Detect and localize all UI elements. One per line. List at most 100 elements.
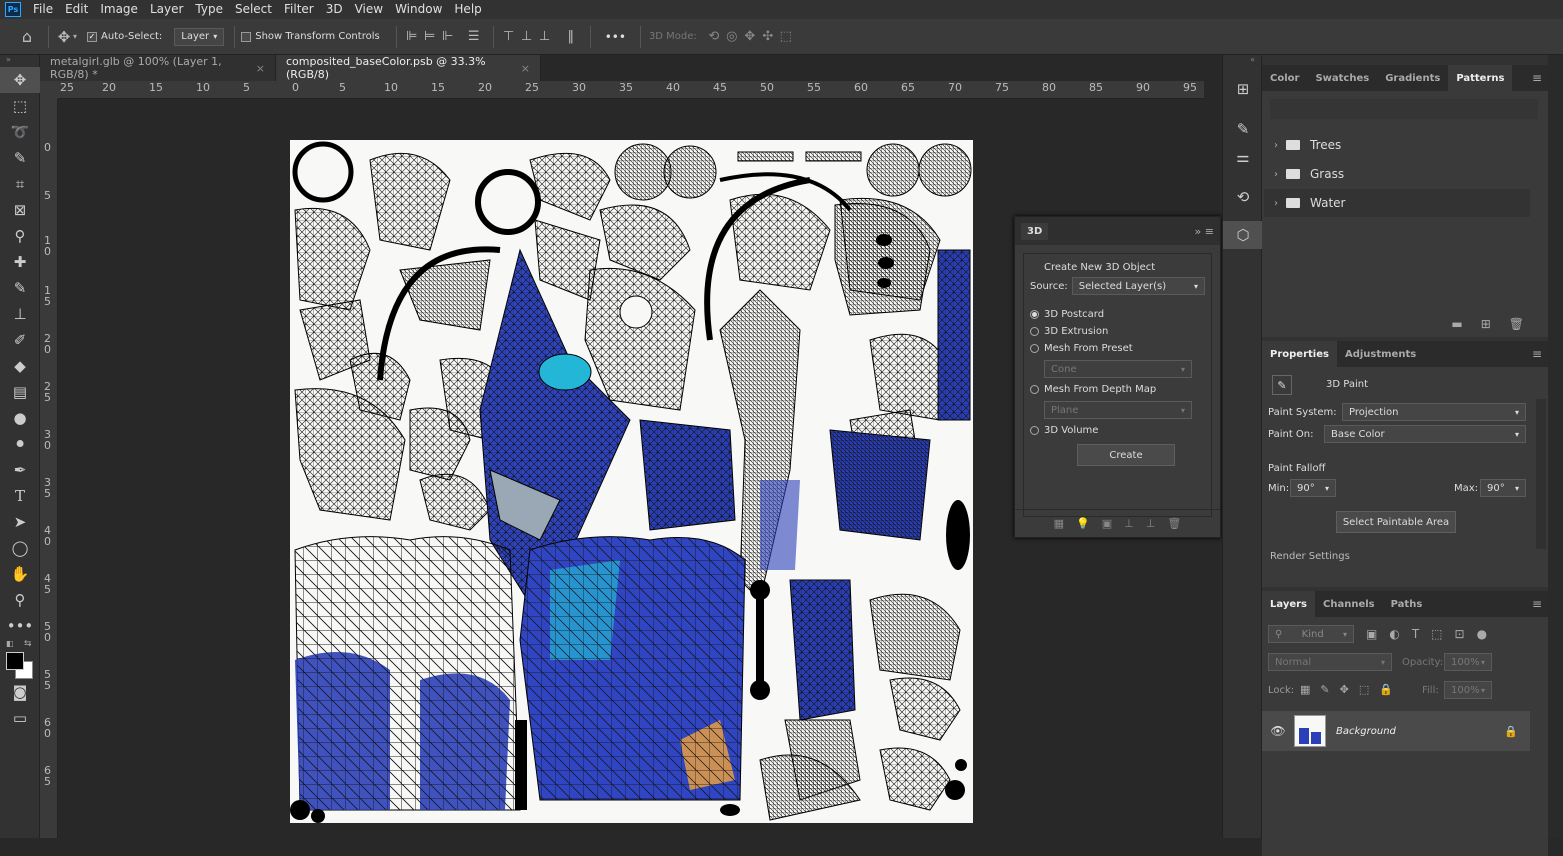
depth-map-dropdown[interactable]: Plane ▾ [1044,401,1192,419]
panel-menu-icon[interactable]: ≡ [1532,347,1542,361]
opacity-input[interactable]: 100% ▾ [1444,653,1492,671]
tab-gradients[interactable]: Gradients [1377,65,1448,91]
ruler-origin[interactable] [40,81,58,99]
new-pattern-icon[interactable]: ⊞ [1481,317,1491,331]
trash-icon[interactable]: 🗑 [1167,517,1181,530]
select-paintable-area-button[interactable]: Select Paintable Area [1336,511,1456,533]
radio-icon[interactable] [1030,385,1039,394]
filter-scene-icon[interactable]: ▦ [1054,517,1064,530]
source-dropdown[interactable]: Selected Layer(s) ▾ [1071,277,1205,295]
option-mesh-from-preset[interactable]: Mesh From Preset [1030,343,1205,354]
panel-menu-icon[interactable]: » ≡ [1195,225,1214,238]
frame-tool-icon[interactable]: ⊠ [0,197,40,223]
filter-toggle-icon[interactable]: ● [1477,627,1487,641]
default-colors-icon[interactable]: ◧ [6,639,14,648]
option-3d-extrusion[interactable]: 3D Extrusion [1030,326,1205,337]
home-icon[interactable]: ⌂ [18,27,36,46]
foreground-color-swatch[interactable] [6,652,24,670]
menu-layer[interactable]: Layer [146,0,191,19]
menu-select[interactable]: Select [231,0,280,19]
quick-mask-icon[interactable]: ◙ [0,679,40,705]
close-icon[interactable]: × [256,62,265,75]
align-right-icon[interactable]: ⊩ [439,28,457,46]
tab-color[interactable]: Color [1262,65,1307,91]
type-filter-icon[interactable]: T [1412,627,1419,641]
chevron-right-icon[interactable]: › [1274,198,1278,209]
camera-icon[interactable]: ▣ [1102,517,1112,530]
3d-panel-header[interactable]: 3D » ≡ [1015,217,1220,245]
layer-kind-filter[interactable]: ⚲ Kind ▾ [1268,625,1354,643]
lock-all-icon[interactable]: 🔒 [1379,683,1393,696]
tab-composited-basecolor[interactable]: composited_baseColor.psb @ 33.3% (RGB/8)… [276,55,541,81]
lasso-tool-icon[interactable]: ➰ [0,119,40,145]
distribute-icon[interactable]: ☰ [465,28,483,46]
swap-colors-icon[interactable]: ⇆ [24,639,32,649]
quick-select-tool-icon[interactable]: ✎ [0,145,40,171]
tab-adjustments[interactable]: Adjustments [1337,341,1424,367]
align-center-icon[interactable]: ⊨ [421,28,439,46]
max-falloff-input[interactable]: 90° ▾ [1480,479,1526,497]
3d-scale-icon[interactable]: ⬚ [777,28,795,46]
radio-icon[interactable] [1030,327,1039,336]
adjustment-filter-icon[interactable]: ◐ [1389,627,1399,641]
menu-view[interactable]: View [351,0,391,19]
move-tool-icon[interactable]: ✥ [0,67,40,93]
panel-menu-icon[interactable]: ≡ [1532,597,1542,611]
tab-swatches[interactable]: Swatches [1307,65,1377,91]
show-transform-checkbox[interactable]: Show Transform Controls [241,31,380,42]
menu-image[interactable]: Image [96,0,146,19]
distribute-vertical-icon[interactable]: ‖ [562,28,580,46]
3d-orbit-icon[interactable]: ⟲ [705,28,723,46]
lock-position-icon[interactable]: ✥ [1340,683,1349,696]
auto-select-checkbox[interactable]: ✓ Auto-Select: [87,31,162,42]
eyedropper-tool-icon[interactable]: ⚲ [0,223,40,249]
uv-texture-canvas[interactable] [290,140,973,823]
paint-on-dropdown[interactable]: Base Color ▾ [1324,425,1526,443]
render-icon[interactable]: ⊥ [1146,517,1156,530]
tab-metalgirl[interactable]: metalgirl.glb @ 100% (Layer 1, RGB/8) * × [40,55,276,81]
3d-slide-icon[interactable]: ✣ [759,28,777,46]
brush-tool-icon[interactable]: ✎ [0,275,40,301]
folder-water[interactable]: › Water [1264,189,1530,217]
gradient-tool-icon[interactable]: ▤ [0,379,40,405]
shape-filter-icon[interactable]: ⬚ [1431,627,1442,641]
align-top-icon[interactable]: ⊤ [500,28,518,46]
tab-layers[interactable]: Layers [1262,591,1315,617]
eye-icon[interactable]: 👁 [1262,724,1294,738]
tab-3d[interactable]: 3D [1021,222,1049,240]
dodge-tool-icon[interactable]: ⚫ [0,431,40,457]
adjustments-icon[interactable]: ⚌ [1223,143,1263,171]
menu-type[interactable]: Type [191,0,231,19]
menu-file[interactable]: File [29,0,61,19]
healing-brush-icon[interactable]: ✚ [0,249,40,275]
menu-edit[interactable]: Edit [61,0,96,19]
option-mesh-from-depth-map[interactable]: Mesh From Depth Map [1030,384,1205,395]
layer-row-background[interactable]: 👁 Background 🔒 [1262,711,1530,751]
folder-grass[interactable]: › Grass [1264,160,1530,188]
paint-system-dropdown[interactable]: Projection ▾ [1342,403,1526,421]
chevron-right-icon[interactable]: › [1274,140,1278,151]
panel-menu-icon[interactable]: ≡ [1532,71,1542,85]
history-panel-icon[interactable]: ⊞ [1223,75,1263,103]
checkbox-unchecked-icon[interactable] [241,31,252,42]
more-options-icon[interactable]: ••• [605,30,626,44]
eraser-tool-icon[interactable]: ◆ [0,353,40,379]
menu-3d[interactable]: 3D [322,0,351,19]
3d-panel-icon[interactable]: ⬡ [1223,221,1263,249]
clone-stamp-icon[interactable]: ⊥ [0,301,40,327]
trash-icon[interactable]: 🗑 [1509,317,1524,331]
tab-patterns[interactable]: Patterns [1448,65,1513,91]
horizontal-ruler[interactable]: 25 20 15 10 5 0 5 10 15 20 25 30 35 40 4… [58,81,1204,99]
crop-tool-icon[interactable]: ⌗ [0,171,40,197]
collapse-icon[interactable]: » [0,55,39,67]
radio-icon[interactable] [1030,344,1039,353]
blur-tool-icon[interactable]: ● [0,405,40,431]
pen-tool-icon[interactable]: ✒ [0,457,40,483]
align-middle-icon[interactable]: ⊥ [518,28,536,46]
type-tool-icon[interactable]: T [0,483,40,509]
close-icon[interactable]: × [521,62,530,75]
zoom-tool-icon[interactable]: ⚲ [0,587,40,613]
folder-trees[interactable]: › Trees [1264,131,1530,159]
chevron-down-icon[interactable]: ▾ [73,32,77,41]
hand-tool-icon[interactable]: ✋ [0,561,40,587]
